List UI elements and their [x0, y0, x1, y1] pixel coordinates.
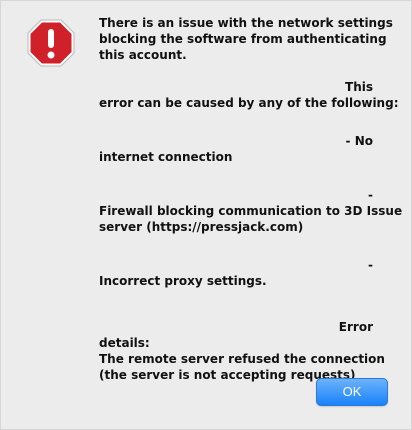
item-proxy-head: Incorrect proxy settings. — [99, 274, 267, 288]
item-no-internet-tail: - No — [345, 134, 373, 148]
alert-dialog: There is an issue with the network setti… — [0, 0, 412, 430]
alert-message: There is an issue with the network setti… — [99, 15, 403, 383]
intro-line-2: blocking the software from authenticatin… — [99, 32, 387, 46]
item-proxy-tail: - — [368, 258, 373, 272]
stop-alert-icon — [27, 19, 75, 67]
details-head: details: — [99, 336, 150, 350]
details-tail: Error — [338, 320, 373, 334]
details-body-1: The remote server refused the connection — [99, 352, 385, 366]
ok-button[interactable]: OK — [316, 378, 388, 406]
item-firewall-line-1: Firewall blocking communication to 3D Is… — [99, 204, 403, 218]
intro-line-3: this account. — [99, 48, 187, 62]
causes-line-head: error can be caused by any of the follow… — [99, 96, 399, 110]
item-no-internet-head: internet connection — [99, 150, 233, 164]
intro-line-1: There is an issue with the network setti… — [99, 16, 393, 30]
causes-line-tail: This — [345, 80, 373, 94]
item-firewall-tail: - — [368, 188, 373, 202]
item-firewall-line-2: server (https://pressjack.com) — [99, 220, 304, 234]
